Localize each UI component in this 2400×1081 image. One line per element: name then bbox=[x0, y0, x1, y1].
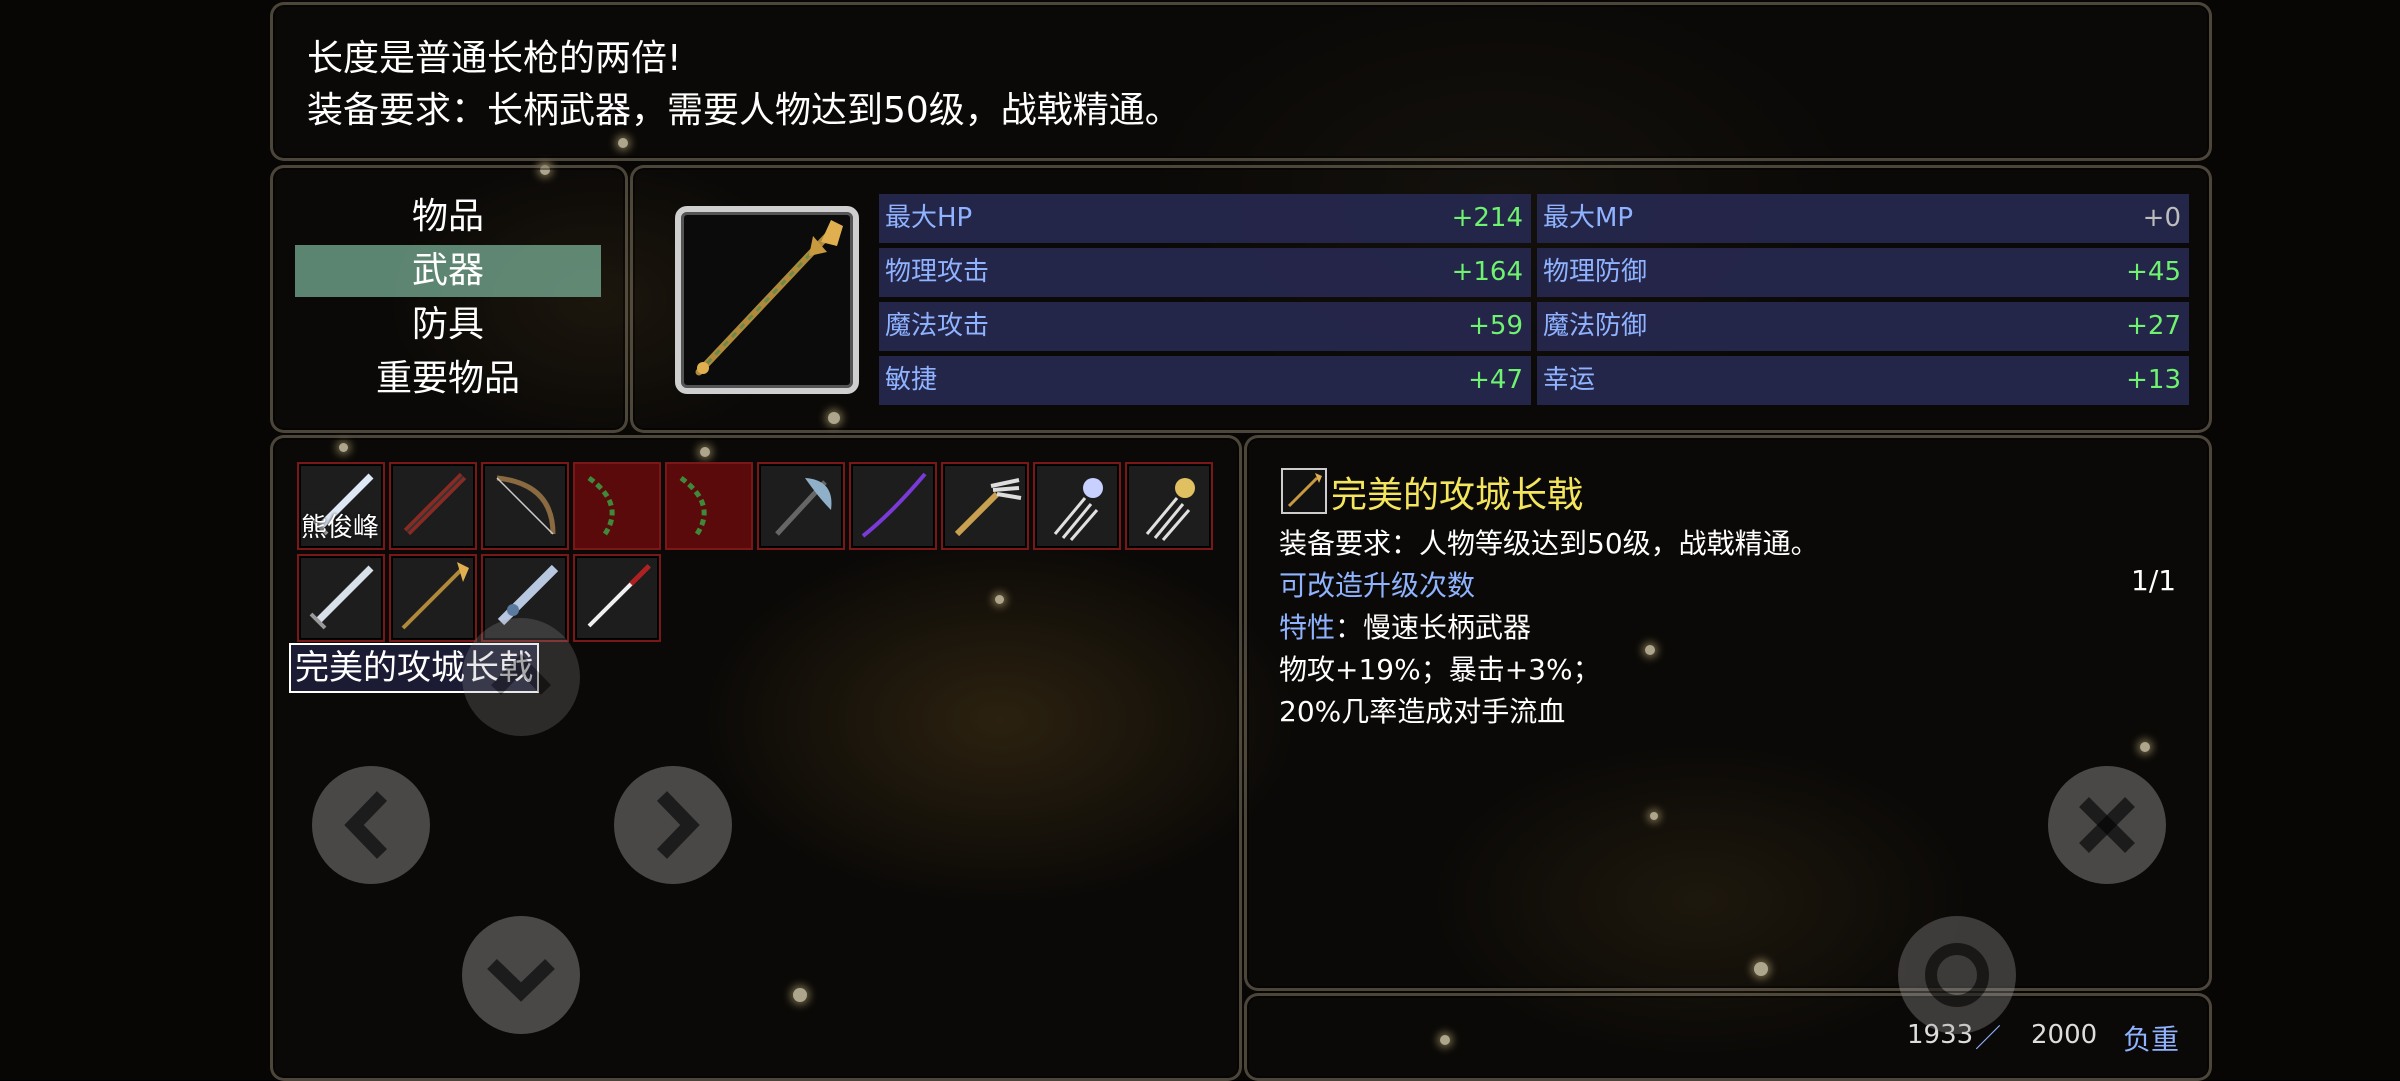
stat-magic-defense: 魔法防御 +27 bbox=[1537, 302, 2189, 351]
stat-name: 敏捷 bbox=[885, 365, 938, 395]
chevron-down-icon bbox=[487, 958, 555, 1002]
item-icon bbox=[1281, 468, 1327, 514]
stat-value: +164 bbox=[1451, 257, 1523, 287]
stat-value: +27 bbox=[2126, 311, 2181, 341]
chevron-up-icon bbox=[490, 653, 552, 695]
stat-name: 物理防御 bbox=[1543, 257, 1648, 287]
stat-value: +214 bbox=[1451, 203, 1523, 233]
slot-owner-label: 熊俊峰 bbox=[301, 513, 380, 543]
stat-max-hp: 最大HP +214 bbox=[879, 194, 1531, 243]
previous-button[interactable] bbox=[312, 766, 430, 884]
greatsword-icon bbox=[403, 472, 467, 536]
stat-value: +47 bbox=[1468, 365, 1523, 395]
item-title: 完美的攻城长戟 bbox=[1331, 475, 1584, 516]
close-icon bbox=[2079, 797, 2135, 853]
chain-whip-icon bbox=[667, 464, 751, 548]
upgrade-count-label: 可改造升级次数 bbox=[1279, 569, 1476, 602]
upgrade-count-value: 1/1 bbox=[2131, 564, 2177, 597]
selected-item-preview bbox=[675, 206, 859, 394]
trait-line: 特性：慢速长柄武器 bbox=[1279, 606, 1531, 646]
stat-name: 魔法防御 bbox=[1543, 311, 1648, 341]
inventory-slot[interactable] bbox=[297, 554, 385, 642]
up-button[interactable] bbox=[462, 618, 580, 736]
item-description-panel: 长度是普通长枪的两倍! 装备要求：长柄武器，需要人物达到50级，战戟精通。 bbox=[270, 2, 2212, 161]
stat-physical-defense: 物理防御 +45 bbox=[1537, 248, 2189, 297]
katana-icon bbox=[587, 564, 651, 628]
category-armor[interactable]: 防具 bbox=[295, 299, 601, 351]
stat-value: +0 bbox=[2142, 203, 2181, 233]
sword-icon bbox=[309, 565, 374, 630]
stat-name: 最大HP bbox=[885, 203, 973, 233]
inventory-slot[interactable] bbox=[389, 462, 477, 550]
stat-agility: 敏捷 +47 bbox=[879, 356, 1531, 405]
inventory-slot[interactable] bbox=[573, 554, 661, 642]
inventory-slot[interactable] bbox=[573, 462, 661, 550]
description-line-1: 长度是普通长枪的两倍! bbox=[307, 38, 682, 79]
down-button[interactable] bbox=[462, 916, 580, 1034]
stat-magic-attack: 魔法攻击 +59 bbox=[879, 302, 1531, 351]
inventory-slot[interactable] bbox=[1033, 462, 1121, 550]
inventory-slot[interactable] bbox=[757, 462, 845, 550]
inventory-slot[interactable]: 熊俊峰 bbox=[297, 462, 385, 550]
stat-value: +45 bbox=[2126, 257, 2181, 287]
category-weapons[interactable]: 武器 bbox=[295, 245, 601, 297]
confirm-ring-icon bbox=[1925, 943, 1989, 1007]
category-key-items[interactable]: 重要物品 bbox=[295, 353, 601, 405]
weight-panel: 1933 ／ 2000 负重 bbox=[1244, 993, 2212, 1081]
chain-whip-icon bbox=[575, 464, 659, 548]
inventory-panel: 熊俊峰 完美的攻城长戟 bbox=[270, 435, 1242, 1081]
inventory-slot[interactable] bbox=[1125, 462, 1213, 550]
equip-requirement: 装备要求：人物等级达到50级，战戟精通。 bbox=[1279, 527, 1819, 560]
inventory-slot[interactable] bbox=[941, 462, 1029, 550]
claw-icon bbox=[1053, 478, 1103, 541]
stat-max-mp: 最大MP +0 bbox=[1537, 194, 2189, 243]
halberd-icon bbox=[695, 220, 843, 376]
claw-icon bbox=[1145, 478, 1195, 541]
close-button[interactable] bbox=[2048, 766, 2166, 884]
inventory-slot[interactable] bbox=[665, 462, 753, 550]
stat-name: 幸运 bbox=[1543, 365, 1596, 395]
stat-value: +13 bbox=[2126, 365, 2181, 395]
stat-name: 魔法攻击 bbox=[885, 311, 990, 341]
bow-icon bbox=[496, 475, 556, 535]
stat-value: +59 bbox=[1468, 311, 1523, 341]
stat-name: 最大MP bbox=[1543, 203, 1634, 233]
stat-name: 物理攻击 bbox=[885, 257, 990, 287]
stat-luck: 幸运 +13 bbox=[1537, 356, 2189, 405]
confirm-button[interactable] bbox=[1898, 916, 2016, 1034]
effect-line-2: 20%几率造成对手流血 bbox=[1279, 695, 1566, 728]
trident-icon bbox=[954, 478, 1022, 537]
next-button[interactable] bbox=[614, 766, 732, 884]
trait-value: ：慢速长柄武器 bbox=[1335, 611, 1532, 644]
battle-axe-icon bbox=[775, 478, 832, 536]
chevron-left-icon bbox=[344, 791, 388, 859]
stats-panel: 最大HP +214 最大MP +0 物理攻击 +164 物理防御 +45 魔法攻… bbox=[630, 165, 2212, 433]
category-menu: 物品 武器 防具 重要物品 bbox=[270, 165, 628, 433]
inventory-slot[interactable] bbox=[849, 462, 937, 550]
stat-physical-attack: 物理攻击 +164 bbox=[879, 248, 1531, 297]
chevron-right-icon bbox=[656, 791, 700, 859]
weight-label: 负重 bbox=[2123, 1023, 2180, 1056]
trait-label: 特性 bbox=[1279, 611, 1336, 644]
category-items[interactable]: 物品 bbox=[295, 191, 601, 243]
description-line-2: 装备要求：长柄武器，需要人物达到50级，战戟精通。 bbox=[307, 90, 1181, 131]
effect-line-1: 物攻+19%；暴击+3%； bbox=[1279, 653, 1601, 686]
halberd-icon bbox=[1287, 473, 1322, 508]
purple-katana-icon bbox=[861, 472, 927, 538]
inventory-slot[interactable] bbox=[481, 462, 569, 550]
weight-max: 2000 bbox=[2031, 1020, 2098, 1050]
item-detail-panel: 完美的攻城长戟 装备要求：人物等级达到50级，战戟精通。 可改造升级次数 1/1… bbox=[1244, 435, 2212, 991]
